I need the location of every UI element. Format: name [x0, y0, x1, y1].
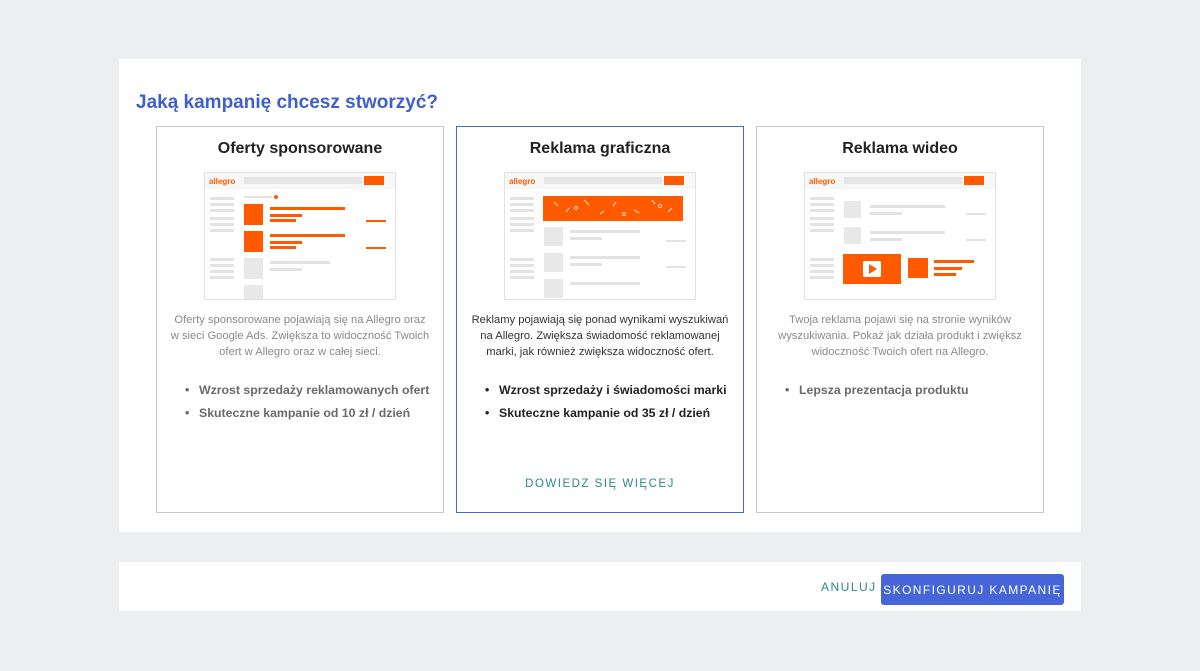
sponsored-offers-illustration: allegro: [204, 172, 396, 300]
card-video-ad[interactable]: Reklama wideo allegro Twoja reklama poja…: [756, 126, 1044, 513]
card-description: Oferty sponsorowane pojawiają się na All…: [170, 314, 430, 358]
feature-item: Lepsza prezentacja produktu: [785, 382, 1031, 399]
feature-item: Skuteczne kampanie od 35 zł / dzień: [485, 405, 731, 422]
dialog-footer: ANULUJ SKONFIGURUJ KAMPANIĘ: [119, 562, 1081, 611]
feature-item: Skuteczne kampanie od 10 zł / dzień: [185, 405, 431, 422]
mock-logo: allegro: [209, 177, 235, 186]
feature-list: Wzrost sprzedaży reklamowanych ofert Sku…: [185, 382, 431, 428]
configure-campaign-button[interactable]: SKONFIGURUJ KAMPANIĘ: [881, 574, 1064, 605]
card-description: Twoja reklama pojawi się na stronie wyni…: [778, 314, 1022, 358]
card-description: Reklamy pojawiają się ponad wynikami wys…: [471, 314, 729, 358]
campaign-type-dialog: Jaką kampanię chcesz stworzyć? Oferty sp…: [119, 59, 1081, 532]
feature-list: Wzrost sprzedaży i świadomości marki Sku…: [485, 382, 731, 428]
video-ad-illustration: allegro: [804, 172, 996, 300]
card-title: Reklama wideo: [842, 140, 958, 157]
dialog-title: Jaką kampanię chcesz stworzyć?: [136, 92, 439, 113]
mock-logo: allegro: [509, 177, 535, 186]
feature-item: Wzrost sprzedaży reklamowanych ofert: [185, 382, 431, 399]
feature-list: Lepsza prezentacja produktu: [785, 382, 1031, 405]
display-ad-illustration: allegro: [504, 172, 696, 300]
card-title: Oferty sponsorowane: [217, 140, 383, 157]
cancel-button[interactable]: ANULUJ: [813, 575, 885, 599]
learn-more-link[interactable]: DOWIEDZ SIĘ WIĘCEJ: [457, 478, 743, 490]
feature-item: Wzrost sprzedaży i świadomości marki: [485, 382, 731, 399]
card-title: Reklama graficzna: [529, 140, 671, 157]
mock-logo: allegro: [809, 177, 835, 186]
card-sponsored-offers[interactable]: Oferty sponsorowane allegro Oferty spons…: [156, 126, 444, 513]
card-display-ad[interactable]: Reklama graficzna allegro Reklamy pojawi…: [456, 126, 744, 513]
